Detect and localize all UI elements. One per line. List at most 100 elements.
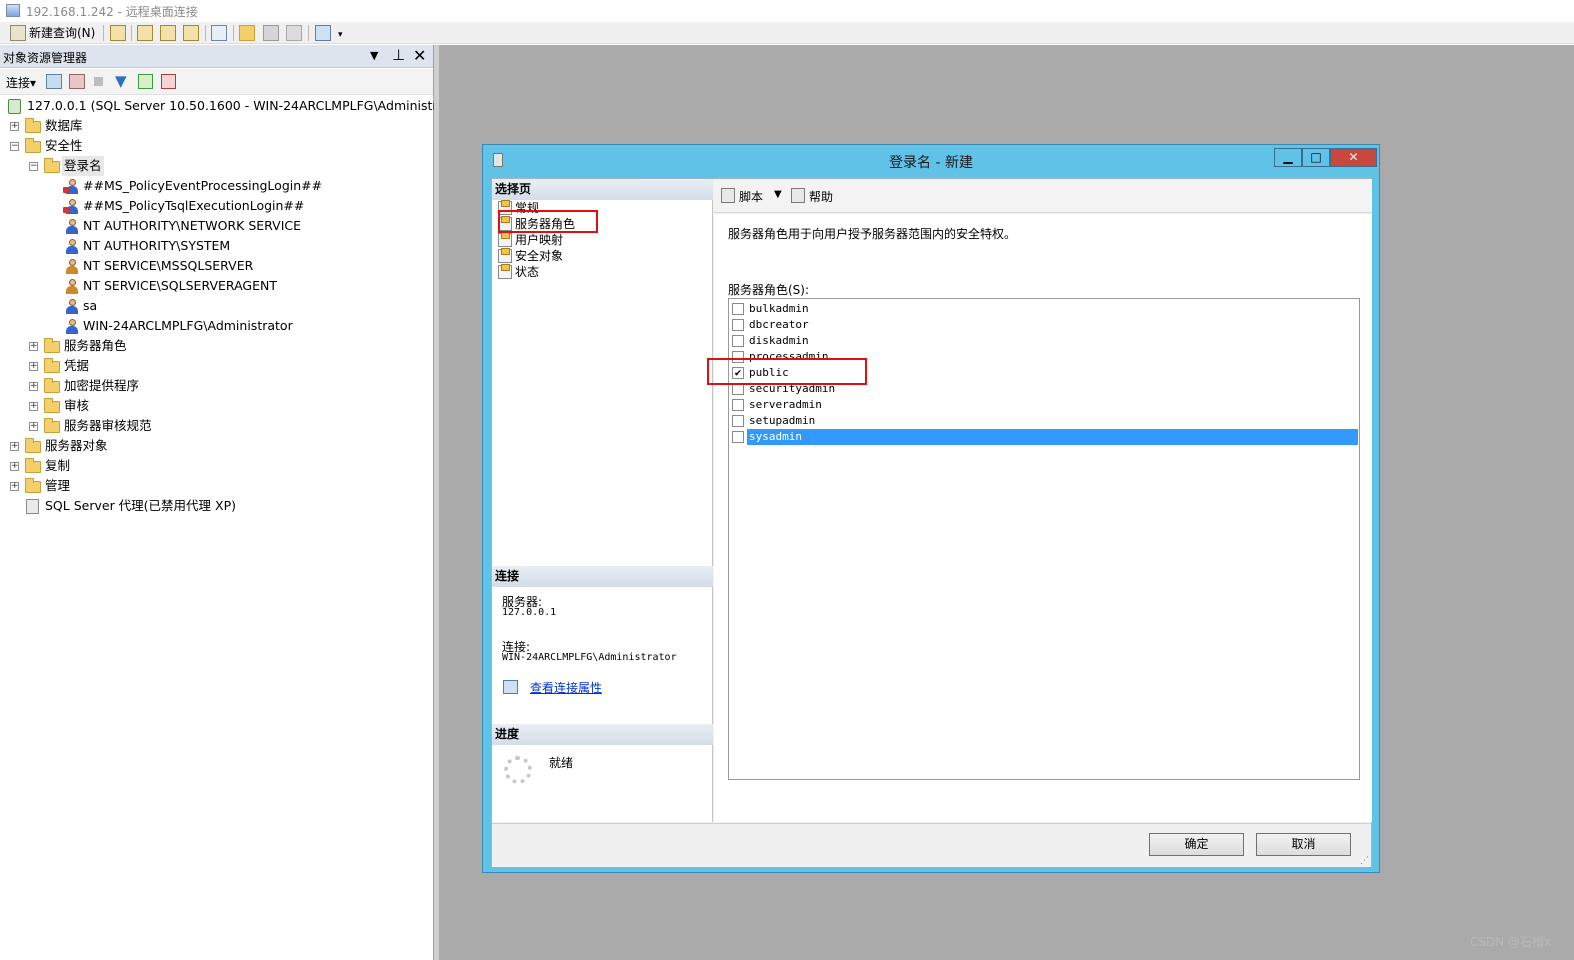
view-connection-properties-link[interactable]: 查看连接属性 bbox=[530, 679, 602, 696]
role-row-bulkadmin[interactable]: bulkadmin bbox=[730, 301, 1358, 317]
expand-icon[interactable]: + bbox=[29, 342, 38, 351]
minimize-button[interactable]: ▁ bbox=[1274, 148, 1302, 167]
folder-icon bbox=[44, 418, 60, 433]
expand-icon[interactable]: + bbox=[10, 442, 19, 451]
role-label: bulkadmin bbox=[749, 302, 809, 315]
server-value: 127.0.0.1 bbox=[502, 607, 557, 618]
tree-node-login[interactable]: NT SERVICE\SQLSERVERAGENT bbox=[0, 276, 430, 296]
maximize-button[interactable]: □ bbox=[1302, 148, 1330, 167]
object-explorer-panel: 对象资源管理器 ▼ ⊥ ✕ 连接▾ ▼ 127.0.0.1 (SQL Serve… bbox=[0, 45, 468, 960]
main-toolbar: 新建查询(N) ▾ bbox=[0, 22, 1574, 44]
xmla-query-icon[interactable] bbox=[211, 25, 227, 41]
dialog-toolbar: 脚本 ▼ 帮助 bbox=[714, 179, 1372, 213]
script-dropdown-icon[interactable]: ▼ bbox=[774, 189, 782, 200]
tree-node-credentials[interactable]: + 凭据 bbox=[0, 356, 200, 376]
stop-powershell-icon[interactable] bbox=[161, 74, 176, 89]
collapse-icon[interactable]: − bbox=[29, 162, 38, 171]
expand-icon[interactable]: + bbox=[29, 422, 38, 431]
expand-icon[interactable]: + bbox=[10, 462, 19, 471]
role-row-serveradmin[interactable]: serveradmin bbox=[730, 397, 1358, 413]
role-checkbox[interactable] bbox=[732, 415, 744, 427]
tree-node-login[interactable]: WIN-24ARCLMPLFG\Administrator bbox=[0, 316, 430, 336]
tree-node-sql-agent[interactable]: SQL Server 代理(已禁用代理 XP) bbox=[0, 496, 300, 516]
mdx-query-icon[interactable] bbox=[160, 25, 176, 41]
connect-object-explorer-icon[interactable] bbox=[46, 74, 62, 89]
cancel-button[interactable]: 取消 bbox=[1256, 833, 1351, 856]
connection-value: WIN-24ARCLMPLFG\Administrator bbox=[502, 652, 677, 663]
dmx-query-icon[interactable] bbox=[183, 25, 199, 41]
new-query-button[interactable]: 新建查询(N) bbox=[29, 25, 95, 41]
role-row-diskadmin[interactable]: diskadmin bbox=[730, 333, 1358, 349]
close-button[interactable]: ✕ bbox=[1330, 148, 1377, 167]
tree-node-logins[interactable]: − 登录名 bbox=[0, 156, 200, 176]
tree-node-label: NT AUTHORITY\NETWORK SERVICE bbox=[83, 218, 302, 233]
database-engine-query-icon[interactable] bbox=[110, 25, 126, 41]
tree-node-server-objects[interactable]: + 服务器对象 bbox=[0, 436, 200, 456]
role-checkbox[interactable] bbox=[732, 431, 744, 443]
tree-node-management[interactable]: + 管理 bbox=[0, 476, 200, 496]
expand-icon[interactable]: + bbox=[10, 122, 19, 131]
expand-icon[interactable]: + bbox=[29, 402, 38, 411]
toolbar-overflow-icon[interactable]: ▾ bbox=[338, 29, 347, 41]
tree-node-crypto-providers[interactable]: + 加密提供程序 bbox=[0, 376, 200, 396]
tree-node-login[interactable]: ##MS_PolicyTsqlExecutionLogin## bbox=[0, 196, 430, 216]
panel-dropdown-icon[interactable]: ▼ bbox=[370, 49, 378, 62]
pin-icon[interactable]: ⊥ bbox=[392, 46, 405, 64]
disconnect-icon[interactable] bbox=[69, 74, 85, 89]
tree-node-databases[interactable]: + 数据库 bbox=[0, 116, 200, 136]
toolbar-separator bbox=[308, 25, 309, 41]
role-row-sysadmin[interactable]: sysadmin bbox=[730, 429, 1358, 445]
select-page-pane: 选择页 常规 服务器角色 用户映射 安全对象 状态 连接 服务器: 127.0.… bbox=[492, 179, 713, 822]
tree-node-audits[interactable]: + 审核 bbox=[0, 396, 200, 416]
analysis-query-icon[interactable] bbox=[137, 25, 153, 41]
tree-node-server-audit-specs[interactable]: + 服务器审核规范 bbox=[0, 416, 200, 436]
expand-icon[interactable]: + bbox=[29, 382, 38, 391]
resize-grip-icon[interactable]: ⋰ bbox=[1360, 856, 1369, 866]
role-label: serveradmin bbox=[749, 398, 822, 411]
progress-header: 进度 bbox=[492, 724, 713, 745]
tree-node-replication[interactable]: + 复制 bbox=[0, 456, 200, 476]
filter-icon[interactable]: ▼ bbox=[115, 72, 127, 90]
page-icon bbox=[498, 232, 512, 247]
connect-dropdown[interactable]: 连接▾ bbox=[6, 74, 36, 91]
remote-desktop-title-bar: 192.168.1.242 - 远程桌面连接 bbox=[0, 0, 1574, 22]
open-file-icon[interactable] bbox=[239, 25, 255, 41]
tree-node-login[interactable]: NT AUTHORITY\SYSTEM bbox=[0, 236, 430, 256]
activity-monitor-icon[interactable] bbox=[315, 25, 331, 41]
stop-icon[interactable] bbox=[94, 77, 103, 86]
tree-node-login[interactable]: sa bbox=[0, 296, 430, 316]
help-button[interactable]: 帮助 bbox=[809, 188, 833, 205]
new-query-icon[interactable] bbox=[10, 25, 26, 41]
tree-node-security[interactable]: − 安全性 bbox=[0, 136, 200, 156]
folder-icon bbox=[25, 118, 41, 133]
save-all-icon[interactable] bbox=[286, 25, 302, 41]
role-checkbox[interactable] bbox=[732, 319, 744, 331]
server-roles-description: 服务器角色用于向用户授予服务器范围内的安全特权。 bbox=[728, 227, 1017, 241]
tree-node-login[interactable]: ##MS_PolicyEventProcessingLogin## bbox=[0, 176, 430, 196]
role-checkbox[interactable] bbox=[732, 399, 744, 411]
tree-node-login[interactable]: NT SERVICE\MSSQLSERVER bbox=[0, 256, 430, 276]
role-checkbox[interactable] bbox=[732, 335, 744, 347]
role-row-setupadmin[interactable]: setupadmin bbox=[730, 413, 1358, 429]
group-login-icon bbox=[65, 279, 79, 294]
close-panel-icon[interactable]: ✕ bbox=[413, 46, 426, 65]
new-login-dialog: 登录名 - 新建 ▁ □ ✕ 选择页 常规 服务器角色 用户映射 安全对象 状态… bbox=[482, 144, 1380, 873]
role-row-dbcreator[interactable]: dbcreator bbox=[730, 317, 1358, 333]
folder-icon bbox=[44, 378, 60, 393]
dialog-title-bar[interactable]: 登录名 - 新建 ▁ □ ✕ bbox=[483, 145, 1379, 175]
ok-button[interactable]: 确定 bbox=[1149, 833, 1244, 856]
collapse-icon[interactable]: − bbox=[10, 142, 19, 151]
folder-icon bbox=[25, 138, 41, 153]
login-icon bbox=[65, 239, 79, 254]
close-icon: ✕ bbox=[1348, 150, 1359, 164]
expand-icon[interactable]: + bbox=[10, 482, 19, 491]
expand-icon[interactable]: + bbox=[29, 362, 38, 371]
refresh-icon[interactable] bbox=[138, 74, 153, 89]
toolbar-separator bbox=[131, 25, 132, 41]
tree-node-server-roles[interactable]: + 服务器角色 bbox=[0, 336, 200, 356]
script-button[interactable]: 脚本 bbox=[739, 188, 763, 205]
toolbar-separator bbox=[205, 25, 206, 41]
tree-node-login[interactable]: NT AUTHORITY\NETWORK SERVICE bbox=[0, 216, 430, 236]
role-checkbox[interactable] bbox=[732, 303, 744, 315]
save-icon[interactable] bbox=[263, 25, 279, 41]
